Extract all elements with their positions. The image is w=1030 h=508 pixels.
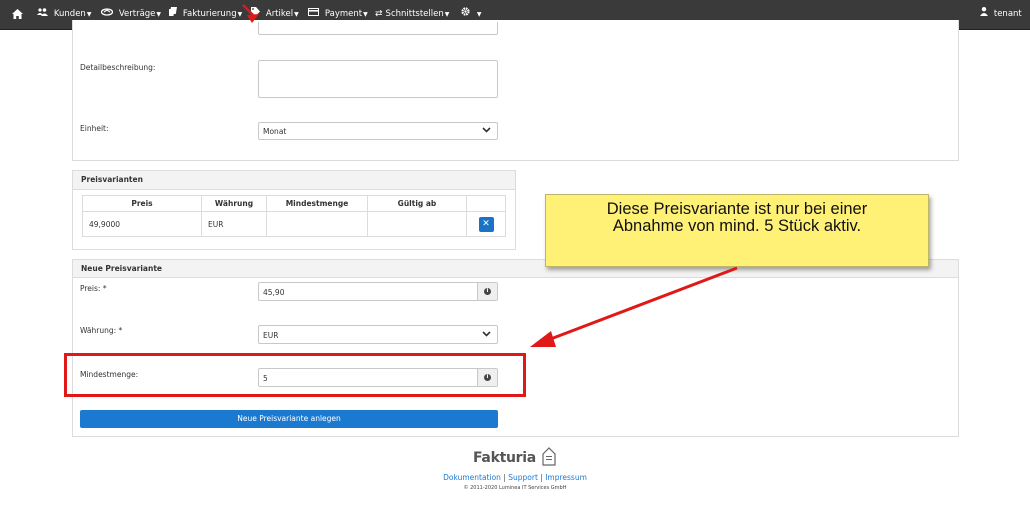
- cursor-arrow-head: [247, 14, 259, 23]
- annotation-arrows: [242, 4, 738, 347]
- callout-arrow-line: [547, 266, 738, 342]
- callout-arrow-head: [530, 331, 556, 347]
